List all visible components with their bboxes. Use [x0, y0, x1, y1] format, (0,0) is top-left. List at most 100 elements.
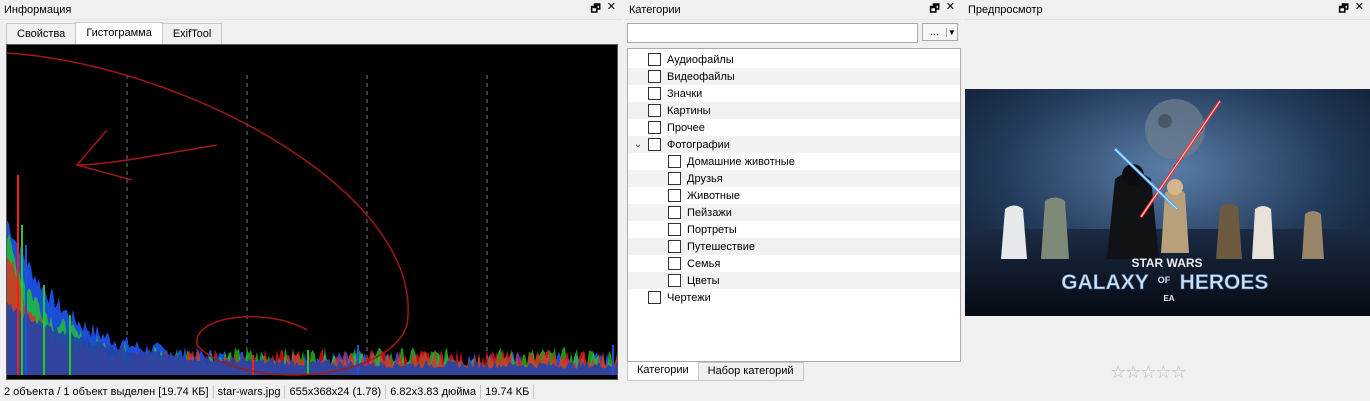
category-item[interactable]: Семья — [628, 255, 960, 272]
category-item[interactable]: Значки — [628, 85, 960, 102]
category-item[interactable]: Портреты — [628, 221, 960, 238]
category-checkbox[interactable] — [648, 104, 661, 117]
star-icon[interactable]: ☆ — [1140, 362, 1156, 383]
category-label: Прочее — [667, 121, 705, 134]
category-checkbox[interactable] — [668, 240, 681, 253]
star-icon[interactable]: ☆ — [1125, 362, 1141, 383]
category-item[interactable]: Животные — [628, 187, 960, 204]
histogram-chart — [6, 52, 617, 376]
restore-icon[interactable]: 🗗 — [590, 0, 600, 19]
categories-bottom-tabs: Категории Набор категорий — [627, 362, 804, 381]
categories-toolbar: ... ▼ — [627, 23, 961, 43]
status-bar: 2 объекта / 1 объект выделен [19.74 КБ] … — [0, 383, 1370, 401]
category-item[interactable]: Пейзажи — [628, 204, 960, 221]
close-icon[interactable]: ✕ — [946, 0, 955, 19]
category-item[interactable]: Картины — [628, 102, 960, 119]
close-icon[interactable]: ✕ — [1355, 0, 1364, 19]
category-checkbox[interactable] — [648, 291, 661, 304]
status-filename: star-wars.jpg — [214, 385, 286, 399]
info-tabs: Свойства Гистограмма ExifTool — [6, 22, 223, 44]
category-checkbox[interactable] — [648, 121, 661, 134]
preview-pane-header: Предпросмотр 🗗 ✕ — [964, 0, 1370, 20]
tab-categories[interactable]: Категории — [627, 362, 699, 381]
histogram-spike — [357, 345, 359, 375]
category-item[interactable]: Цветы — [628, 272, 960, 289]
category-item[interactable]: ⌄ Фотографии — [628, 136, 960, 153]
histogram-spike — [17, 175, 19, 375]
category-checkbox[interactable] — [668, 223, 681, 236]
restore-icon[interactable]: 🗗 — [929, 0, 939, 19]
category-label: Фотографии — [667, 138, 730, 151]
category-label: Цветы — [687, 274, 720, 287]
preview-image: STAR WARS GALAXY OF HEROES EA — [965, 89, 1370, 316]
star-icon[interactable]: ☆ — [1171, 362, 1187, 383]
category-item[interactable]: Чертежи — [628, 289, 960, 306]
status-filesize: 19.74 КБ — [481, 385, 535, 399]
categories-pane-header: Категории 🗗 ✕ — [625, 0, 961, 20]
category-label: Видеофайлы — [667, 70, 735, 83]
category-options-button[interactable]: ... ▼ — [922, 23, 958, 41]
poster-brand: EA — [1163, 294, 1174, 303]
star-icon[interactable]: ☆ — [1110, 362, 1126, 383]
category-checkbox[interactable] — [648, 87, 661, 100]
category-item[interactable]: Аудиофайлы — [628, 51, 960, 68]
category-label: Чертежи — [667, 291, 711, 304]
category-item[interactable]: Прочее — [628, 119, 960, 136]
restore-icon[interactable]: 🗗 — [1338, 0, 1348, 19]
histogram-spike — [307, 350, 309, 375]
categories-pane: Категории 🗗 ✕ ... ▼ Аудиофайлы Видеофайлы… — [625, 0, 961, 382]
expand-chevron-icon[interactable]: ⌄ — [628, 139, 648, 150]
category-item[interactable]: Домашние животные — [628, 153, 960, 170]
category-item[interactable]: Видеофайлы — [628, 68, 960, 85]
category-label: Путешествие — [687, 240, 756, 253]
histogram-spike — [43, 285, 45, 375]
category-checkbox[interactable] — [668, 155, 681, 168]
status-dimensions: 655x368x24 (1.78) — [285, 385, 387, 399]
category-checkbox[interactable] — [668, 274, 681, 287]
poster-line1: STAR WARS — [1131, 256, 1202, 270]
histogram-spike — [612, 345, 614, 375]
tab-properties[interactable]: Свойства — [6, 23, 77, 44]
histogram-view — [6, 44, 618, 380]
category-label: Картины — [667, 104, 711, 117]
category-checkbox[interactable] — [668, 257, 681, 270]
info-pane: Информация 🗗 ✕ Свойства Гистограмма Exif… — [0, 0, 622, 382]
star-icon[interactable]: ☆ — [1155, 362, 1171, 383]
histogram-spike — [21, 225, 23, 375]
category-item[interactable]: Путешествие — [628, 238, 960, 255]
category-checkbox[interactable] — [648, 53, 661, 66]
category-checkbox[interactable] — [668, 189, 681, 202]
category-checkbox[interactable] — [668, 206, 681, 219]
status-print-size: 6.82x3.83 дюйма — [386, 385, 482, 399]
category-label: Портреты — [687, 223, 737, 236]
info-pane-title: Информация — [4, 3, 72, 16]
category-label: Значки — [667, 87, 703, 100]
category-search-input[interactable] — [627, 23, 918, 43]
category-label: Животные — [687, 189, 741, 202]
tab-exiftool[interactable]: ExifTool — [161, 23, 223, 44]
tab-histogram[interactable]: Гистограмма — [75, 22, 163, 44]
category-label: Домашние животные — [687, 155, 795, 168]
rating-stars[interactable]: ☆ ☆ ☆ ☆ ☆ — [1110, 362, 1187, 383]
category-label: Пейзажи — [687, 206, 732, 219]
category-label: Друзья — [687, 172, 723, 185]
category-item[interactable]: Друзья — [628, 170, 960, 187]
dropdown-arrow-icon[interactable]: ▼ — [945, 27, 957, 37]
category-checkbox[interactable] — [648, 70, 661, 83]
category-checkbox[interactable] — [648, 138, 661, 151]
status-selection: 2 объекта / 1 объект выделен [19.74 КБ] — [0, 385, 214, 399]
poster-line2c: HEROES — [1180, 271, 1269, 294]
poster-line2b: OF — [1158, 275, 1171, 285]
histogram-spike — [25, 245, 27, 375]
preview-pane-title: Предпросмотр — [968, 3, 1043, 16]
category-label: Семья — [687, 257, 721, 270]
poster-line2: GALAXY — [1061, 271, 1149, 294]
tab-category-sets[interactable]: Набор категорий — [697, 362, 804, 381]
info-pane-header: Информация 🗗 ✕ — [0, 0, 622, 20]
categories-pane-title: Категории — [629, 3, 681, 16]
close-icon[interactable]: ✕ — [607, 0, 616, 19]
category-checkbox[interactable] — [668, 172, 681, 185]
more-label: ... — [929, 26, 939, 38]
preview-pane: Предпросмотр 🗗 ✕ STAR WARS GALAXY OF HER… — [964, 0, 1370, 382]
category-label: Аудиофайлы — [667, 53, 734, 66]
